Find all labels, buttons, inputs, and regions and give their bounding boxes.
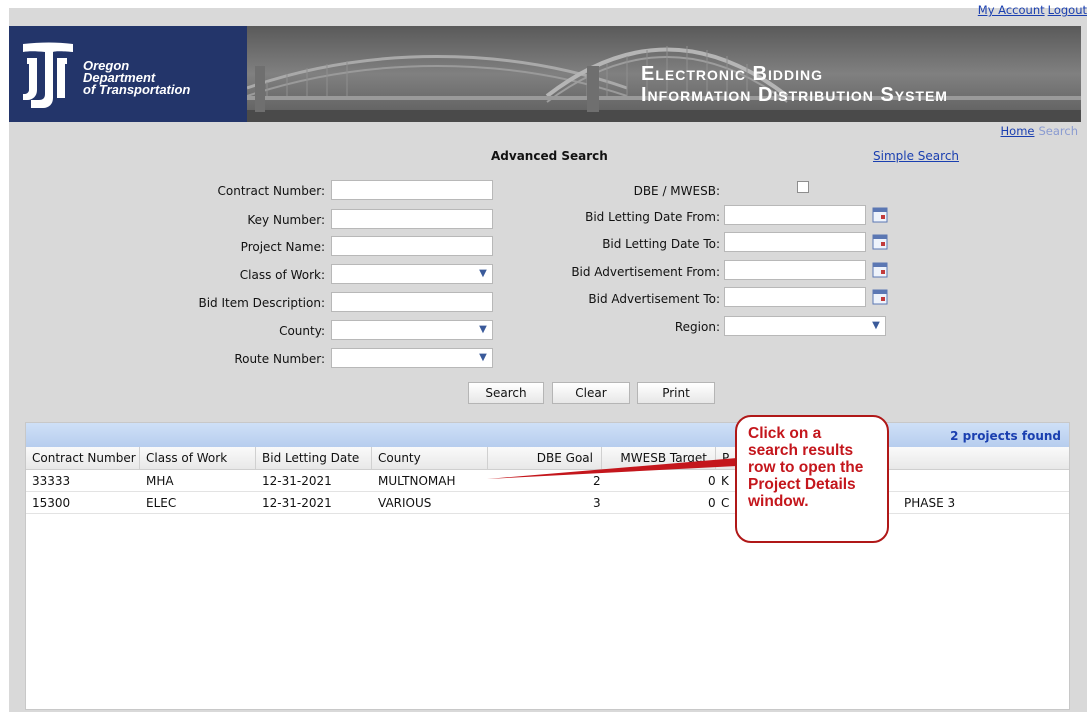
calendar-icon[interactable] [872,207,888,223]
county-select[interactable]: ▼ [331,320,493,340]
bid-letting-date-cell: 12-31-2021 [262,474,332,488]
column-header[interactable]: Bid Letting Date [256,447,372,469]
print-button[interactable]: Print [637,382,715,404]
simple-search-link[interactable]: Simple Search [873,149,959,163]
county-cell: VARIOUS [378,496,432,510]
table-row[interactable]: 15300 ELEC 12-31-2021 VARIOUS 3 0 C PHAS… [26,492,1069,514]
bid-adv-from-label: Bid Advertisement From: [571,265,720,279]
county-cell: MULTNOMAH [378,474,456,488]
mwesb-target-cell: 0 [708,496,716,510]
search-button[interactable]: Search [468,382,544,404]
calendar-icon[interactable] [872,262,888,278]
nav-home-link[interactable]: Home [1001,124,1035,138]
search-results-panel: 2 projects found Contract Number Class o… [25,422,1070,710]
system-title: Electronic Bidding Information Distribut… [641,63,948,106]
chevron-down-icon: ▼ [479,268,487,279]
contract-number-cell: 33333 [32,474,71,488]
bid-adv-from-input[interactable] [724,260,866,280]
bid-letting-from-label: Bid Letting Date From: [585,210,720,224]
bid-item-description-label: Bid Item Description: [198,296,325,310]
column-header[interactable]: Contract Number [26,447,140,469]
bid-adv-to-label: Bid Advertisement To: [588,292,720,306]
project-name-cell: PHASE 3 [904,496,956,510]
callout-text: Click on a search results row to open th… [748,425,864,510]
top-links: My Account Logout [978,3,1087,17]
calendar-icon[interactable] [872,289,888,305]
results-header-row: Contract Number Class of Work Bid Lettin… [26,447,1069,470]
bid-letting-date-cell: 12-31-2021 [262,496,332,510]
dbe-goal-cell: 3 [593,496,601,510]
column-header[interactable]: Class of Work [140,447,256,469]
odot-logo-mark [23,42,73,108]
mwesb-target-cell: 0 [708,474,716,488]
dbe-mwesb-label: DBE / MWESB: [633,184,720,198]
results-toolbar: 2 projects found [26,423,1069,447]
bid-letting-to-label: Bid Letting Date To: [602,237,720,251]
my-account-link[interactable]: My Account [978,3,1045,17]
project-name-label: Project Name: [240,240,325,254]
table-row[interactable]: 33333 MHA 12-31-2021 MULTNOMAH 2 0 K [26,470,1069,492]
project-name-input[interactable] [331,236,493,256]
chevron-down-icon: ▼ [872,320,880,331]
class-of-work-label: Class of Work: [239,268,325,282]
project-cell: K [721,474,729,488]
calendar-icon[interactable] [872,234,888,250]
bid-item-description-input[interactable] [331,292,493,312]
dbe-goal-cell: 2 [593,474,601,488]
route-number-label: Route Number: [234,352,325,366]
column-header[interactable]: MWESB Target [602,447,716,469]
column-header[interactable]: County [372,447,488,469]
header-banner: Oregon Department of Transportation Elec… [9,26,1081,122]
dbe-mwesb-checkbox[interactable] [797,181,809,193]
contract-number-input[interactable] [331,180,493,200]
breadcrumb-nav: Home Search [1001,124,1078,138]
chevron-down-icon: ▼ [479,324,487,335]
logout-link[interactable]: Logout [1048,3,1087,17]
region-label: Region: [674,320,720,334]
class-of-work-select[interactable]: ▼ [331,264,493,284]
route-number-select[interactable]: ▼ [331,348,493,368]
clear-button[interactable]: Clear [552,382,630,404]
advanced-search-title: Advanced Search [491,149,608,163]
results-count: 2 projects found [950,429,1061,443]
class-of-work-cell: ELEC [146,496,177,510]
contract-number-cell: 15300 [32,496,71,510]
column-header[interactable]: DBE Goal [488,447,602,469]
nav-search-link[interactable]: Search [1038,124,1078,138]
region-select[interactable]: ▼ [724,316,886,336]
bid-letting-to-input[interactable] [724,232,866,252]
key-number-input[interactable] [331,209,493,229]
bid-letting-from-input[interactable] [724,205,866,225]
bid-adv-to-input[interactable] [724,287,866,307]
project-cell: C [721,496,730,510]
class-of-work-cell: MHA [146,474,174,488]
chevron-down-icon: ▼ [479,352,487,363]
agency-name: Oregon Department of Transportation [83,58,191,97]
key-number-label: Key Number: [247,213,325,227]
odot-logo[interactable]: Oregon Department of Transportation [9,26,247,122]
county-label: County: [279,324,325,338]
contract-number-label: Contract Number: [217,184,325,198]
